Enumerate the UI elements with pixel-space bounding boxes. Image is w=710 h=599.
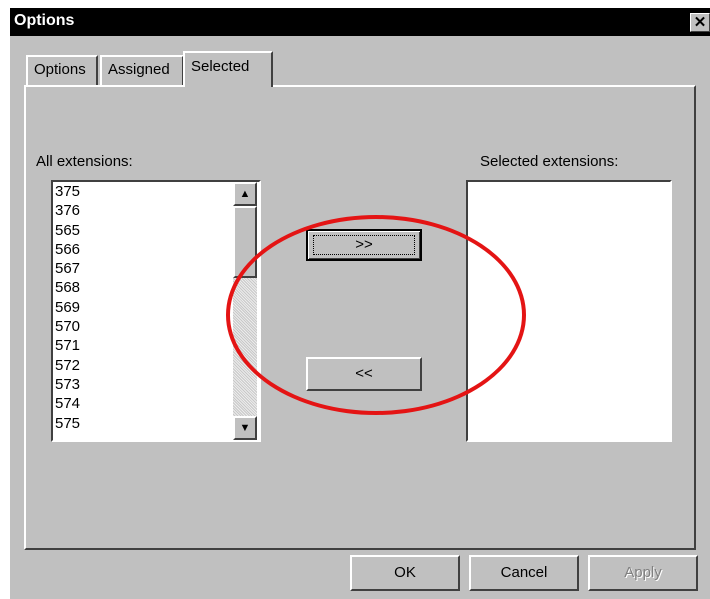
remove-button[interactable]: << [306, 357, 422, 391]
tab-assigned[interactable]: Assigned [100, 55, 184, 85]
all-extensions-list[interactable]: 375 376 565 566 567 568 569 570 571 572 573 574 575 … [51, 180, 261, 442]
list-item[interactable]: 573 [55, 375, 80, 394]
arrow-down-icon: ▼ [239, 422, 251, 434]
list-item[interactable]: 571 [55, 336, 80, 355]
close-icon: ✕ [693, 14, 707, 31]
options-dialog: Options ✕ Options Assigned Selected All … [10, 8, 710, 599]
scroll-up-button[interactable]: ▲ [233, 182, 257, 206]
ok-button[interactable]: OK [350, 555, 460, 591]
list-item[interactable]: 568 [55, 278, 80, 297]
tab-assigned-label: Assigned [108, 61, 170, 78]
tab-selected[interactable]: Selected [183, 51, 273, 87]
arrow-up-icon: ▲ [239, 188, 251, 200]
tab-options[interactable]: Options [26, 55, 98, 85]
remove-button-label: << [355, 365, 373, 382]
list-item[interactable]: 569 [55, 298, 80, 317]
list-item[interactable]: 567 [55, 259, 80, 278]
add-button[interactable]: >> [306, 229, 422, 261]
apply-button-label: Apply [624, 564, 662, 581]
apply-button: Apply [588, 555, 698, 591]
ok-button-label: OK [394, 564, 416, 581]
list-item[interactable]: 565 [55, 221, 80, 240]
list-item[interactable]: 575 [55, 414, 80, 433]
list-item[interactable]: 574 [55, 394, 80, 413]
list-item[interactable]: 566 [55, 240, 80, 259]
tab-options-label: Options [34, 61, 86, 78]
all-extensions-label: All extensions: [36, 153, 133, 170]
scroll-down-button[interactable]: ▼ [233, 416, 257, 440]
selected-extensions-label: Selected extensions: [480, 153, 619, 170]
close-button[interactable]: ✕ [690, 13, 710, 32]
tab-selected-label: Selected [191, 58, 250, 75]
all-extensions-scrollbar[interactable]: ▲ ▼ [233, 182, 257, 440]
list-item[interactable]: 375 [55, 182, 80, 201]
all-extensions-items: 375 376 565 566 567 568 569 570 571 572 573 574 575 [55, 182, 80, 433]
list-item[interactable]: 572 [55, 356, 80, 375]
title-bar[interactable]: Options ✕ [10, 8, 710, 36]
selected-extensions-list[interactable] [466, 180, 672, 442]
add-button-focus-ring [313, 235, 415, 255]
list-item[interactable]: 570 [55, 317, 80, 336]
cancel-button-label: Cancel [500, 564, 548, 581]
cancel-button[interactable]: Cancel [469, 555, 579, 591]
list-item[interactable]: 376 [55, 201, 80, 220]
window-title: Options [14, 12, 75, 29]
scroll-thumb[interactable] [233, 206, 257, 278]
